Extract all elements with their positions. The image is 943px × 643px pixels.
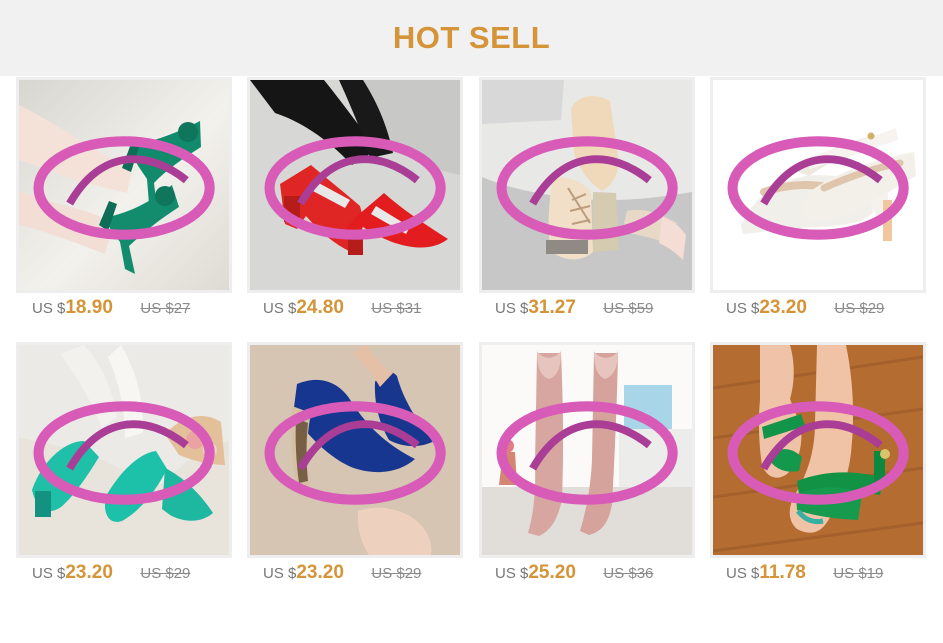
- product-image-link[interactable]: [479, 342, 695, 558]
- currency-label: US $: [263, 300, 297, 317]
- brand-logo-icon: [33, 136, 215, 240]
- original-price: US $31: [371, 300, 422, 317]
- hot-sell-page: HOT SELL US $18.90 US $27 US $24.80 US $…: [0, 0, 943, 643]
- price-row: US $25.20 US $36: [495, 562, 653, 584]
- product-image-link[interactable]: [710, 77, 926, 293]
- sale-price: 31.27: [528, 297, 576, 318]
- product-image-link[interactable]: [247, 77, 463, 293]
- price-row: US $23.20 US $29: [32, 562, 190, 584]
- brand-logo-icon: [727, 401, 909, 505]
- original-price: US $29: [140, 565, 191, 582]
- brand-logo-icon: [496, 401, 678, 505]
- original-price: US $27: [140, 300, 191, 317]
- currency-label: US $: [32, 300, 66, 317]
- sale-price: 23.20: [296, 562, 344, 583]
- currency-label: US $: [263, 565, 297, 582]
- original-price: US $29: [834, 300, 885, 317]
- sale-price: 11.78: [759, 562, 806, 583]
- sale-price: 18.90: [65, 297, 113, 318]
- price-row: US $18.90 US $27: [32, 297, 190, 319]
- sale-price: 23.20: [65, 562, 113, 583]
- brand-logo-icon: [496, 136, 678, 240]
- price-row: US $31.27 US $59: [495, 297, 653, 319]
- product-image-link[interactable]: [16, 77, 232, 293]
- price-row: US $23.20 US $29: [263, 562, 421, 584]
- banner-title: HOT SELL: [392, 20, 551, 55]
- product-card[interactable]: US $31.27 US $59: [479, 77, 695, 318]
- currency-label: US $: [495, 565, 529, 582]
- original-price: US $19: [833, 565, 884, 582]
- price-row: US $11.78 US $19: [726, 562, 883, 584]
- product-image-link[interactable]: [247, 342, 463, 558]
- brand-logo-icon: [264, 136, 446, 240]
- brand-logo-icon: [33, 401, 215, 505]
- original-price: US $59: [603, 300, 654, 317]
- currency-label: US $: [726, 300, 760, 317]
- product-card[interactable]: US $23.20 US $29: [16, 342, 232, 583]
- currency-label: US $: [32, 565, 66, 582]
- product-card[interactable]: US $11.78 US $19: [710, 342, 926, 583]
- currency-label: US $: [495, 300, 529, 317]
- product-image-link[interactable]: [479, 77, 695, 293]
- sale-price: 23.20: [759, 297, 807, 318]
- product-image-link[interactable]: [16, 342, 232, 558]
- hot-sell-banner: HOT SELL: [0, 0, 943, 76]
- product-card[interactable]: US $25.20 US $36: [479, 342, 695, 583]
- price-row: US $23.20 US $29: [726, 297, 884, 319]
- original-price: US $36: [603, 565, 654, 582]
- brand-logo-icon: [727, 136, 909, 240]
- product-card[interactable]: US $24.80 US $31: [247, 77, 463, 318]
- currency-label: US $: [726, 565, 760, 582]
- original-price: US $29: [371, 565, 422, 582]
- product-card[interactable]: US $18.90 US $27: [16, 77, 232, 318]
- product-card[interactable]: US $23.20 US $29: [247, 342, 463, 583]
- sale-price: 24.80: [296, 297, 344, 318]
- product-card[interactable]: US $23.20 US $29: [710, 77, 926, 318]
- sale-price: 25.20: [528, 562, 576, 583]
- price-row: US $24.80 US $31: [263, 297, 421, 319]
- product-image-link[interactable]: [710, 342, 926, 558]
- brand-logo-icon: [264, 401, 446, 505]
